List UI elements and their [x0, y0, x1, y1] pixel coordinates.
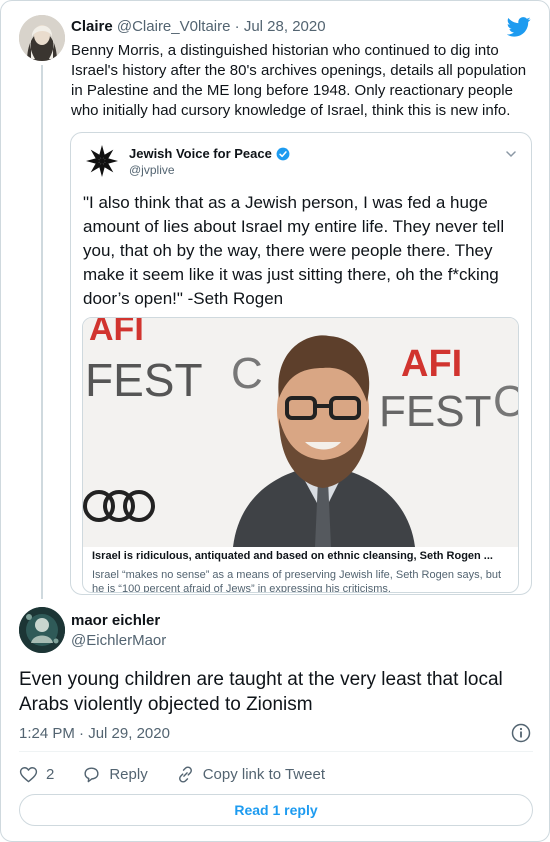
parent-author-name[interactable]: Claire: [71, 18, 113, 35]
info-icon[interactable]: [511, 723, 531, 743]
backdrop-afi-left: AFI: [89, 318, 144, 348]
actions-divider: [19, 751, 533, 752]
link-icon: [178, 765, 192, 783]
reply-tweet-text: Even young children are taught at the ve…: [19, 669, 503, 715]
heart-icon: [19, 766, 38, 782]
reply-button[interactable]: Reply: [82, 765, 148, 784]
reply-meta-separator: ·: [79, 725, 85, 742]
reply-time: 1:24 PM: [19, 725, 75, 742]
reply-author-handle[interactable]: @EichlerMaor: [71, 632, 166, 649]
quoted-author-handle[interactable]: @jvplive: [129, 163, 175, 177]
maor-avatar[interactable]: [19, 607, 65, 653]
link-preview-title[interactable]: Israel is ridiculous, antiquated and bas…: [92, 550, 512, 562]
backdrop-fest-right: FEST: [379, 387, 491, 436]
backdrop-c-left: C: [231, 349, 263, 398]
parent-tweet-text: Benny Morris, a distinguished historian …: [71, 42, 527, 119]
tweet-actions-bar: 2 Reply Copy link to Tweet: [19, 763, 353, 785]
copy-link-label: Copy link to Tweet: [202, 765, 325, 783]
jvp-logo-icon: [85, 144, 119, 178]
quoted-author-name-text: Jewish Voice for Peace: [129, 146, 272, 161]
parent-tweet-date[interactable]: Jul 28, 2020: [244, 18, 326, 35]
speech-bubble-icon: [84, 766, 99, 782]
thread-connector-line: [41, 65, 43, 599]
read-replies-button[interactable]: Read 1 reply: [19, 794, 533, 826]
chevron-down-icon[interactable]: [505, 147, 517, 159]
like-button[interactable]: 2: [19, 765, 54, 784]
backdrop-afi-right: AFI: [401, 343, 462, 385]
verified-badge-icon: [276, 147, 290, 160]
reply-author-name[interactable]: maor eichler: [71, 612, 160, 629]
reply-button-label: Reply: [109, 765, 148, 783]
parent-tweet-header: Claire @Claire_V0ltaire · Jul 28, 2020: [71, 18, 326, 35]
link-preview-image: AFI FEST AFI FEST C C: [83, 318, 519, 547]
parent-author-handle[interactable]: @Claire_V0ltaire: [117, 18, 231, 35]
twitter-bird-icon[interactable]: [506, 16, 531, 38]
quoted-author-name[interactable]: Jewish Voice for Peace: [129, 146, 290, 161]
quoted-tweet-text: "I also think that as a Jewish person, I…: [83, 193, 505, 308]
meta-separator: ·: [234, 18, 240, 35]
backdrop-fest-left: FEST: [85, 354, 203, 406]
link-preview-description: Israel “makes no sense” as a means of pr…: [92, 569, 502, 593]
quoted-tweet[interactable]: Jewish Voice for Peace @jvplive "I also …: [70, 132, 532, 595]
reply-timestamp[interactable]: 1:24 PM · Jul 29, 2020: [19, 725, 170, 742]
claire-avatar[interactable]: [19, 15, 65, 61]
tweet-embed-card: Claire @Claire_V0ltaire · Jul 28, 2020 B…: [0, 0, 550, 842]
reply-date: Jul 29, 2020: [88, 725, 170, 742]
link-preview-card[interactable]: AFI FEST AFI FEST C C: [82, 317, 519, 593]
backdrop-c-right: C: [493, 377, 519, 426]
like-count: 2: [46, 765, 55, 783]
copy-link-button[interactable]: Copy link to Tweet: [176, 765, 325, 784]
